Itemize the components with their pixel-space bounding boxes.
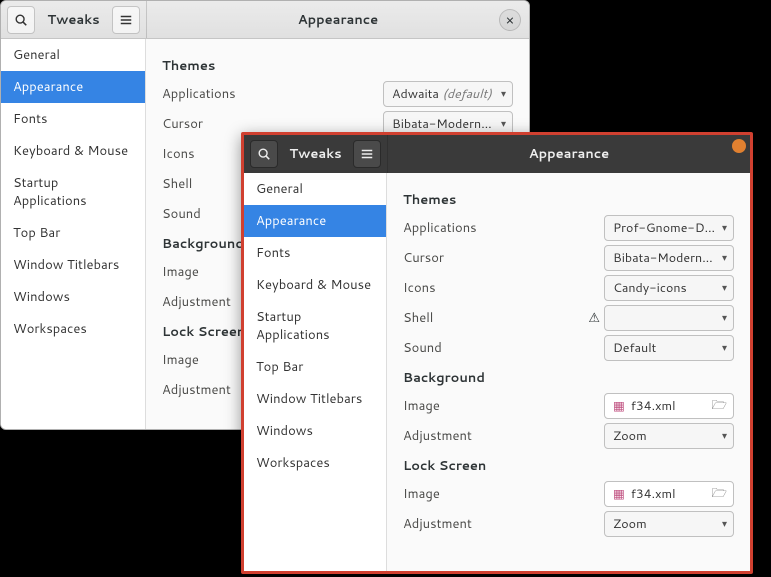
chevron-down-icon: ▾ — [722, 341, 727, 355]
label-ls-adjustment: Adjustment — [403, 515, 604, 533]
label-sound: Sound — [403, 339, 604, 357]
sidebar-item-fonts[interactable]: Fonts — [244, 237, 386, 269]
ls-adjustment-combo[interactable]: Zoom▾ — [604, 511, 734, 537]
label-bg-adjustment: Adjustment — [403, 427, 604, 445]
label-shell: Shell — [403, 309, 588, 327]
label-applications: Applications — [403, 219, 604, 237]
hamburger-button[interactable] — [112, 6, 140, 34]
label-cursor: Cursor — [403, 249, 604, 267]
sidebar-item-general[interactable]: General — [244, 173, 386, 205]
tweaks-window-dark: Tweaks Appearance GeneralAppearanceFonts… — [241, 132, 753, 574]
sound-combo[interactable]: Default▾ — [604, 335, 734, 361]
sidebar-item-windows[interactable]: Windows — [1, 281, 145, 313]
chevron-down-icon: ▾ — [722, 429, 727, 443]
file-icon: ▦ — [613, 397, 625, 415]
chevron-down-icon: ▾ — [722, 311, 727, 325]
cursor-combo[interactable]: Bibata-Modern-Classic▾ — [604, 245, 734, 271]
bg-image-chooser[interactable]: ▦f34.xml🗁 — [604, 393, 734, 419]
page-title: Appearance — [529, 145, 609, 163]
label-bg-image: Image — [403, 397, 604, 415]
open-icon: 🗁 — [711, 396, 727, 417]
sidebar-item-fonts[interactable]: Fonts — [1, 103, 145, 135]
sidebar-item-workspaces[interactable]: Workspaces — [244, 447, 386, 479]
ls-image-chooser[interactable]: ▦f34.xml🗁 — [604, 481, 734, 507]
page-title: Appearance — [298, 11, 378, 29]
open-icon: 🗁 — [711, 484, 727, 505]
app-title: Tweaks — [282, 145, 349, 163]
content-pane: Themes Applications Prof-Gnome-Darker-3.… — [387, 173, 750, 571]
chevron-down-icon: ▾ — [501, 117, 506, 131]
chevron-down-icon: ▾ — [501, 87, 506, 101]
sidebar-item-appearance[interactable]: Appearance — [1, 71, 145, 103]
label-applications: Applications — [162, 85, 383, 103]
sidebar-item-startup-applications[interactable]: Startup Applications — [1, 167, 145, 217]
section-background: Background — [403, 369, 734, 387]
bg-adjustment-combo[interactable]: Zoom▾ — [604, 423, 734, 449]
hamburger-button[interactable] — [353, 140, 381, 168]
icons-combo[interactable]: Candy-icons▾ — [604, 275, 734, 301]
label-icons: Icons — [403, 279, 604, 297]
sidebar-item-window-titlebars[interactable]: Window Titlebars — [244, 383, 386, 415]
sidebar-item-startup-applications[interactable]: Startup Applications — [244, 301, 386, 351]
warning-icon: ⚠ — [588, 309, 600, 327]
search-button[interactable] — [250, 140, 278, 168]
section-lockscreen: Lock Screen — [403, 457, 734, 475]
sidebar: GeneralAppearanceFontsKeyboard & MouseSt… — [244, 173, 387, 571]
section-themes: Themes — [403, 191, 734, 209]
sidebar-item-top-bar[interactable]: Top Bar — [244, 351, 386, 383]
applications-combo[interactable]: Prof-Gnome-Darker-3.6▾ — [604, 215, 734, 241]
app-title: Tweaks — [39, 11, 108, 29]
sidebar-item-workspaces[interactable]: Workspaces — [1, 313, 145, 345]
chevron-down-icon: ▾ — [722, 281, 727, 295]
sidebar: GeneralAppearanceFontsKeyboard & MouseSt… — [1, 39, 146, 429]
sidebar-item-top-bar[interactable]: Top Bar — [1, 217, 145, 249]
search-button[interactable] — [7, 6, 35, 34]
close-button[interactable] — [732, 139, 746, 153]
label-cursor: Cursor — [162, 115, 383, 133]
sidebar-item-keyboard-mouse[interactable]: Keyboard & Mouse — [244, 269, 386, 301]
file-icon: ▦ — [613, 485, 625, 503]
label-ls-image: Image — [403, 485, 604, 503]
sidebar-item-keyboard-mouse[interactable]: Keyboard & Mouse — [1, 135, 145, 167]
close-button[interactable]: × — [499, 9, 521, 31]
sidebar-item-general[interactable]: General — [1, 39, 145, 71]
chevron-down-icon: ▾ — [722, 221, 727, 235]
sidebar-item-window-titlebars[interactable]: Window Titlebars — [1, 249, 145, 281]
shell-combo[interactable]: ▾ — [604, 305, 734, 331]
chevron-down-icon: ▾ — [722, 517, 727, 531]
section-themes: Themes — [162, 57, 513, 75]
chevron-down-icon: ▾ — [722, 251, 727, 265]
sidebar-item-windows[interactable]: Windows — [244, 415, 386, 447]
sidebar-item-appearance[interactable]: Appearance — [244, 205, 386, 237]
applications-combo[interactable]: Adwaita (default) ▾ — [383, 81, 513, 107]
